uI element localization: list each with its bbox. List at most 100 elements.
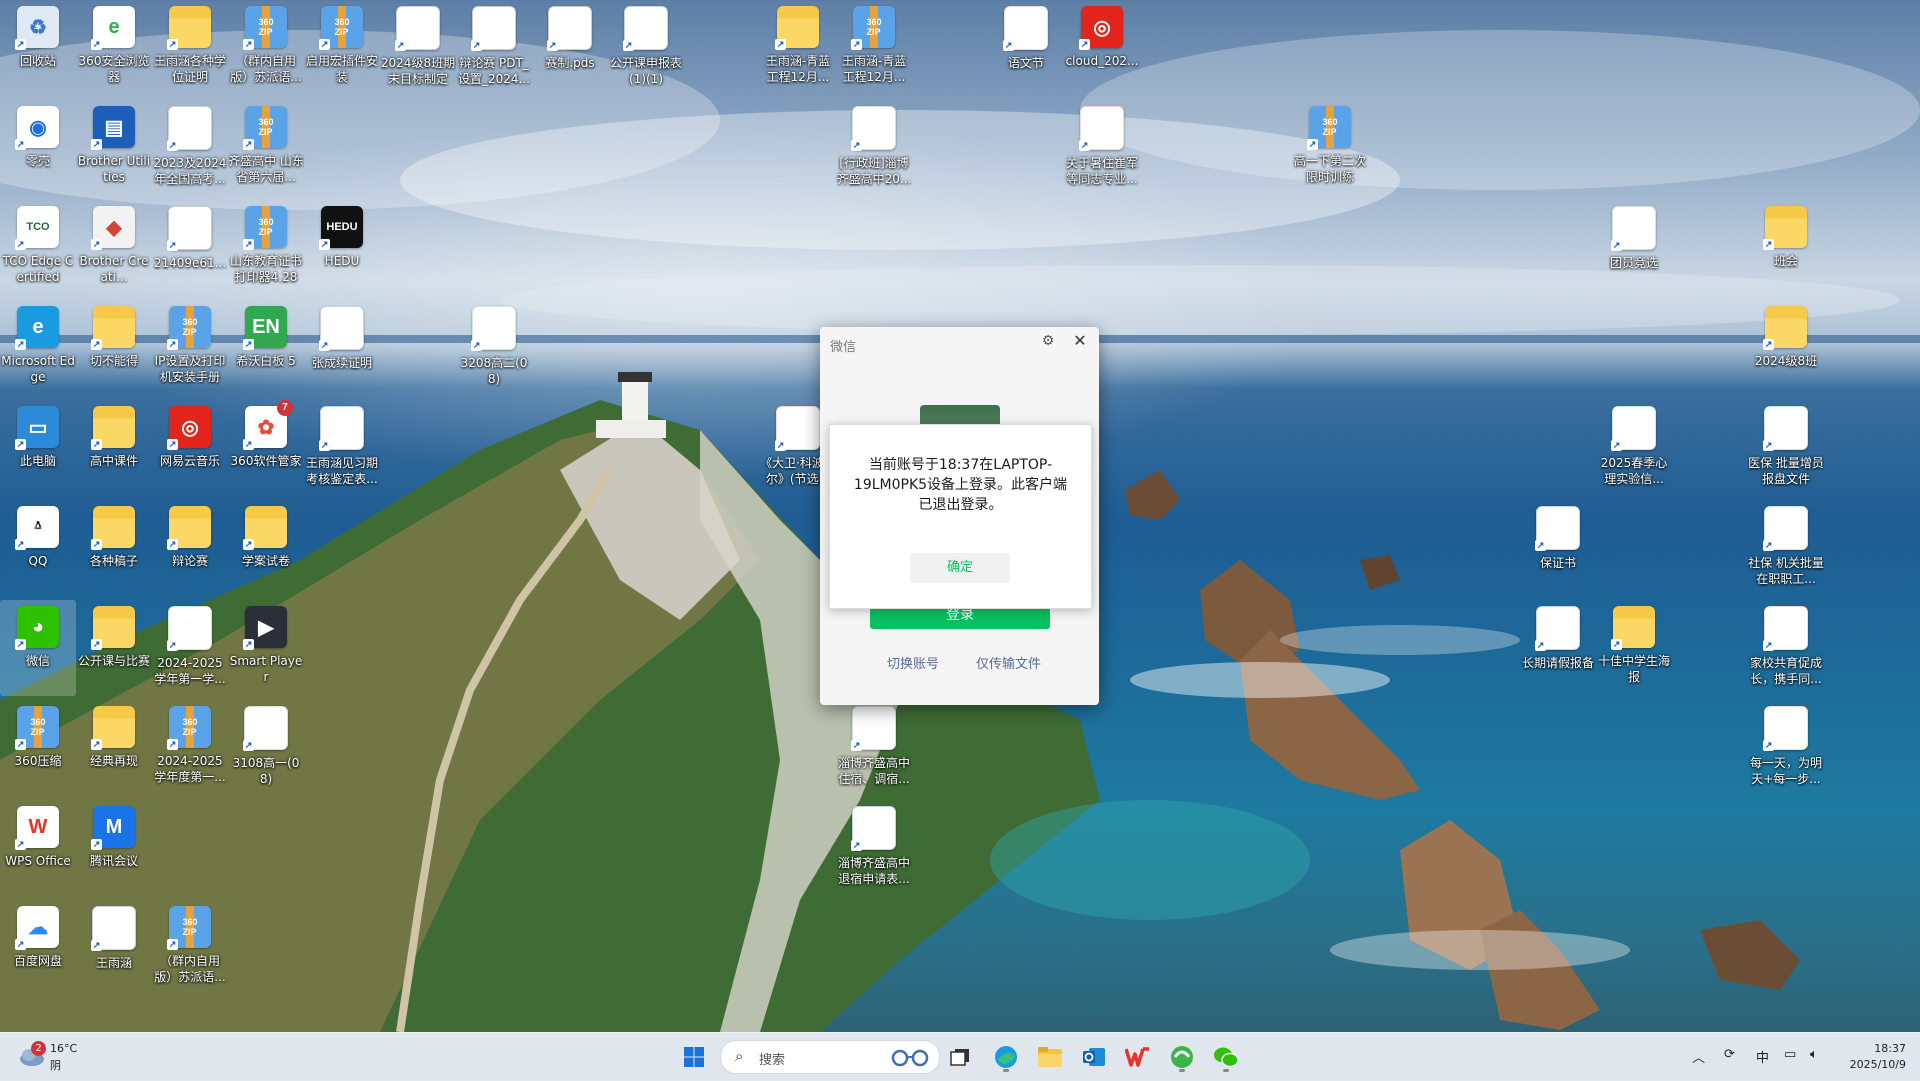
desktop-item[interactable]: ↗ 王雨涵-青蓝工程12月... [760,0,836,96]
zip-archive-icon: 360 ZIP ↗ [15,706,59,750]
desktop-item[interactable]: 360 ZIP ↗ （群内自用版）苏派语... [152,900,228,996]
transfer-files-only-link[interactable]: 仅传输文件 [976,653,1041,672]
desktop-item[interactable]: W ↗ 2023及2024年全国高考... [152,100,228,196]
desktop-item[interactable]: ↗ 班会 [1748,200,1824,296]
desktop-item[interactable]: W ↗ 2024级8班期末目标制定 [380,0,456,96]
desktop-item[interactable]: S ↗ 医保 批量增员报盘文件 [1748,400,1824,496]
desktop-item[interactable]: ↗ 公开课与比赛 [76,600,152,696]
desktop-item[interactable]: S ↗ 淄博齐盛高中住宿、调宿... [836,700,912,796]
desktop-item[interactable]: 360 ZIP ↗ 启用宏插件安装 [304,0,380,96]
close-icon[interactable]: ✕ [1070,331,1090,351]
shortcut-arrow-icon: ↗ [851,740,862,751]
desktop-item[interactable]: ↗ 辩论赛 PDT_设置_2024... [456,0,532,96]
desktop-item[interactable]: ✿ 7 ↗ 360软件管家 [228,400,304,496]
taskbar-wps[interactable] [1120,1039,1156,1075]
ime-indicator[interactable]: 中 [1756,1047,1769,1066]
desktop-item[interactable]: W ↗ 王雨涵 [76,900,152,996]
desktop-item[interactable]: ↗ 经典再现 [76,700,152,796]
browser-360-icon: e ↗ [91,6,135,50]
desktop-item[interactable]: ▭ ↗ 此电脑 [0,400,76,496]
desktop-item[interactable]: TCO ↗ TCO Edge Certified [0,200,76,296]
desktop-item[interactable]: W ↗ 张成续证明 [304,300,380,396]
desktop-item[interactable]: ◆ ↗ Brother Creati... [76,200,152,296]
desktop-item[interactable]: ♻ ↗ 回收站 [0,0,76,96]
desktop-item[interactable]: e ↗ 360安全浏览器 [76,0,152,96]
taskbar-file-explorer[interactable] [1032,1039,1068,1075]
desktop-item[interactable]: W ↗ 长期请假报备 [1520,600,1596,696]
desktop-item-label: 班会 [1773,254,1798,268]
desktop-item[interactable]: ↗ 各种稿子 [76,500,152,596]
desktop-item[interactable]: ↗ 学案试卷 [228,500,304,596]
app-circle-icon: ◉ ↗ [15,106,59,150]
desktop-item[interactable]: 360 ZIP ↗ 2024-2025学年度第一... [152,700,228,796]
desktop-item[interactable]: P ↗ 每一天，为明天+每一步... [1748,700,1824,796]
desktop-item[interactable]: W ↗ 淄博齐盛高中退宿申请表... [836,800,912,896]
folder-icon: ↗ [167,506,211,550]
show-hidden-icons-chevron-up-icon[interactable]: ︿ [1692,1047,1705,1066]
switch-account-link[interactable]: 切换账号 [887,653,939,672]
desktop-item[interactable]: HEDU ↗ HEDU [304,200,380,296]
desktop-item[interactable]: P ↗ 家校共育促成长，携手同... [1748,600,1824,696]
shortcut-arrow-icon: ↗ [15,939,26,950]
settings-gear-icon[interactable]: ⚙ [1040,333,1056,349]
desktop-item[interactable]: 360 ZIP ↗ （群内自用版）苏派语... [228,0,304,96]
desktop-item[interactable]: ↗ 2024级8班 [1748,300,1824,396]
desktop-item[interactable]: W ↗ 公开课申报表(1)(1) [608,0,684,96]
desktop-item[interactable]: P ↗ 关于暑住崔军等同志专业... [1064,100,1140,196]
network-icon[interactable]: ▭ [1784,1047,1796,1062]
volume-muted-icon[interactable]: 🔈︎ [1810,1047,1818,1062]
desktop-item[interactable]: ◉ ↗ 零壳 [0,100,76,196]
desktop-item[interactable]: ☁ ↗ 百度网盘 [0,900,76,996]
desktop-item[interactable]: S ↗ 社保 机关批量在职职工... [1748,500,1824,596]
desktop-item[interactable]: e ↗ Microsoft Edge [0,300,76,396]
desktop-item-label: 公开课申报表(1)(1) [609,56,682,86]
pdf-icon: P ↗ [1079,106,1124,151]
clock-time[interactable]: 18:37 [1862,1042,1906,1055]
desktop-item[interactable]: 360 ZIP ↗ 王雨涵-青蓝工程12月... [836,0,912,96]
desktop-item[interactable]: S ↗ 2024-2025学年第一学... [152,600,228,696]
shortcut-arrow-icon: ↗ [1079,39,1090,50]
desktop-item[interactable]: ↗ 切不能得 [76,300,152,396]
desktop-item[interactable]: EN ↗ 希沃白板 5 [228,300,304,396]
desktop-item-label: 长期请假报备 [1521,656,1594,670]
desktop-item[interactable]: ↗ 十佳中学生海报 [1596,600,1672,696]
desktop-item[interactable]: 360 ZIP ↗ IP设置及打印机安装手册 [152,300,228,396]
desktop-item[interactable]: S ↗ [行政班]淄博齐盛高中20... [836,100,912,196]
desktop-item[interactable]: W ↗ WPS Office [0,800,76,896]
desktop-item[interactable]: ◕ ↗ 微信 [0,600,76,696]
desktop-item[interactable]: 🐧︎ ↗ QQ [0,500,76,596]
desktop-item[interactable]: W ↗ 王雨涵见习期考核鉴定表... [304,400,380,496]
desktop-item[interactable]: ◎ ↗ cloud_202... [1064,0,1140,96]
desktop-item[interactable]: ↗ 辩论赛 [152,500,228,596]
taskbar-360-browser[interactable] [1164,1039,1200,1075]
desktop-item[interactable]: ↗ 高中课件 [76,400,152,496]
desktop-item[interactable]: S ↗ 2025春季心理实验信... [1596,400,1672,496]
taskbar-search-box[interactable]: ⌕ 搜索 [720,1040,940,1074]
desktop-item[interactable]: W ↗ 保证书 [1520,500,1596,596]
desktop-item[interactable]: 360 ZIP ↗ 齐盛高中 山东省第六届... [228,100,304,196]
clock-date[interactable]: 2025/10/9 [1842,1058,1906,1071]
start-button[interactable] [676,1039,712,1075]
desktop-item[interactable]: S ↗ 团员竞选 [1596,200,1672,296]
ppt-icon: P ↗ [1003,6,1048,51]
sync-icon[interactable]: ⟳ [1724,1047,1735,1062]
taskbar-wechat[interactable] [1208,1039,1244,1075]
desktop-item[interactable]: 360 ZIP ↗ 360压缩 [0,700,76,796]
desktop-item[interactable]: P ↗ 语文节 [988,0,1064,96]
task-view-button[interactable] [942,1039,978,1075]
blank-file-icon: ↗ [167,206,212,251]
desktop-item[interactable]: ↗ 21409e61... [152,200,228,296]
desktop-item[interactable]: 360 ZIP ↗ 山东教育证书打印器4.28 [228,200,304,296]
desktop-item[interactable]: 360 ZIP ↗ 高一下第二次限时训练 [1292,100,1368,196]
taskbar-edge[interactable] [988,1039,1024,1075]
desktop-item[interactable]: ↗ 赛制.pds [532,0,608,96]
desktop-item[interactable]: ▤ ↗ Brother Utilities [76,100,152,196]
desktop-item[interactable]: S ↗ 3108高一(08) [228,700,304,796]
confirm-button[interactable]: 确定 [910,553,1010,583]
desktop-item[interactable]: S ↗ 3208高二(08) [456,300,532,396]
desktop-item[interactable]: ◎ ↗ 网易云音乐 [152,400,228,496]
taskbar-outlook[interactable] [1076,1039,1112,1075]
desktop-item[interactable]: ▶ ↗ Smart Player [228,600,304,696]
desktop-item[interactable]: ↗ 王雨涵各种学位证明 [152,0,228,96]
desktop-item[interactable]: M ↗ 腾讯会议 [76,800,152,896]
